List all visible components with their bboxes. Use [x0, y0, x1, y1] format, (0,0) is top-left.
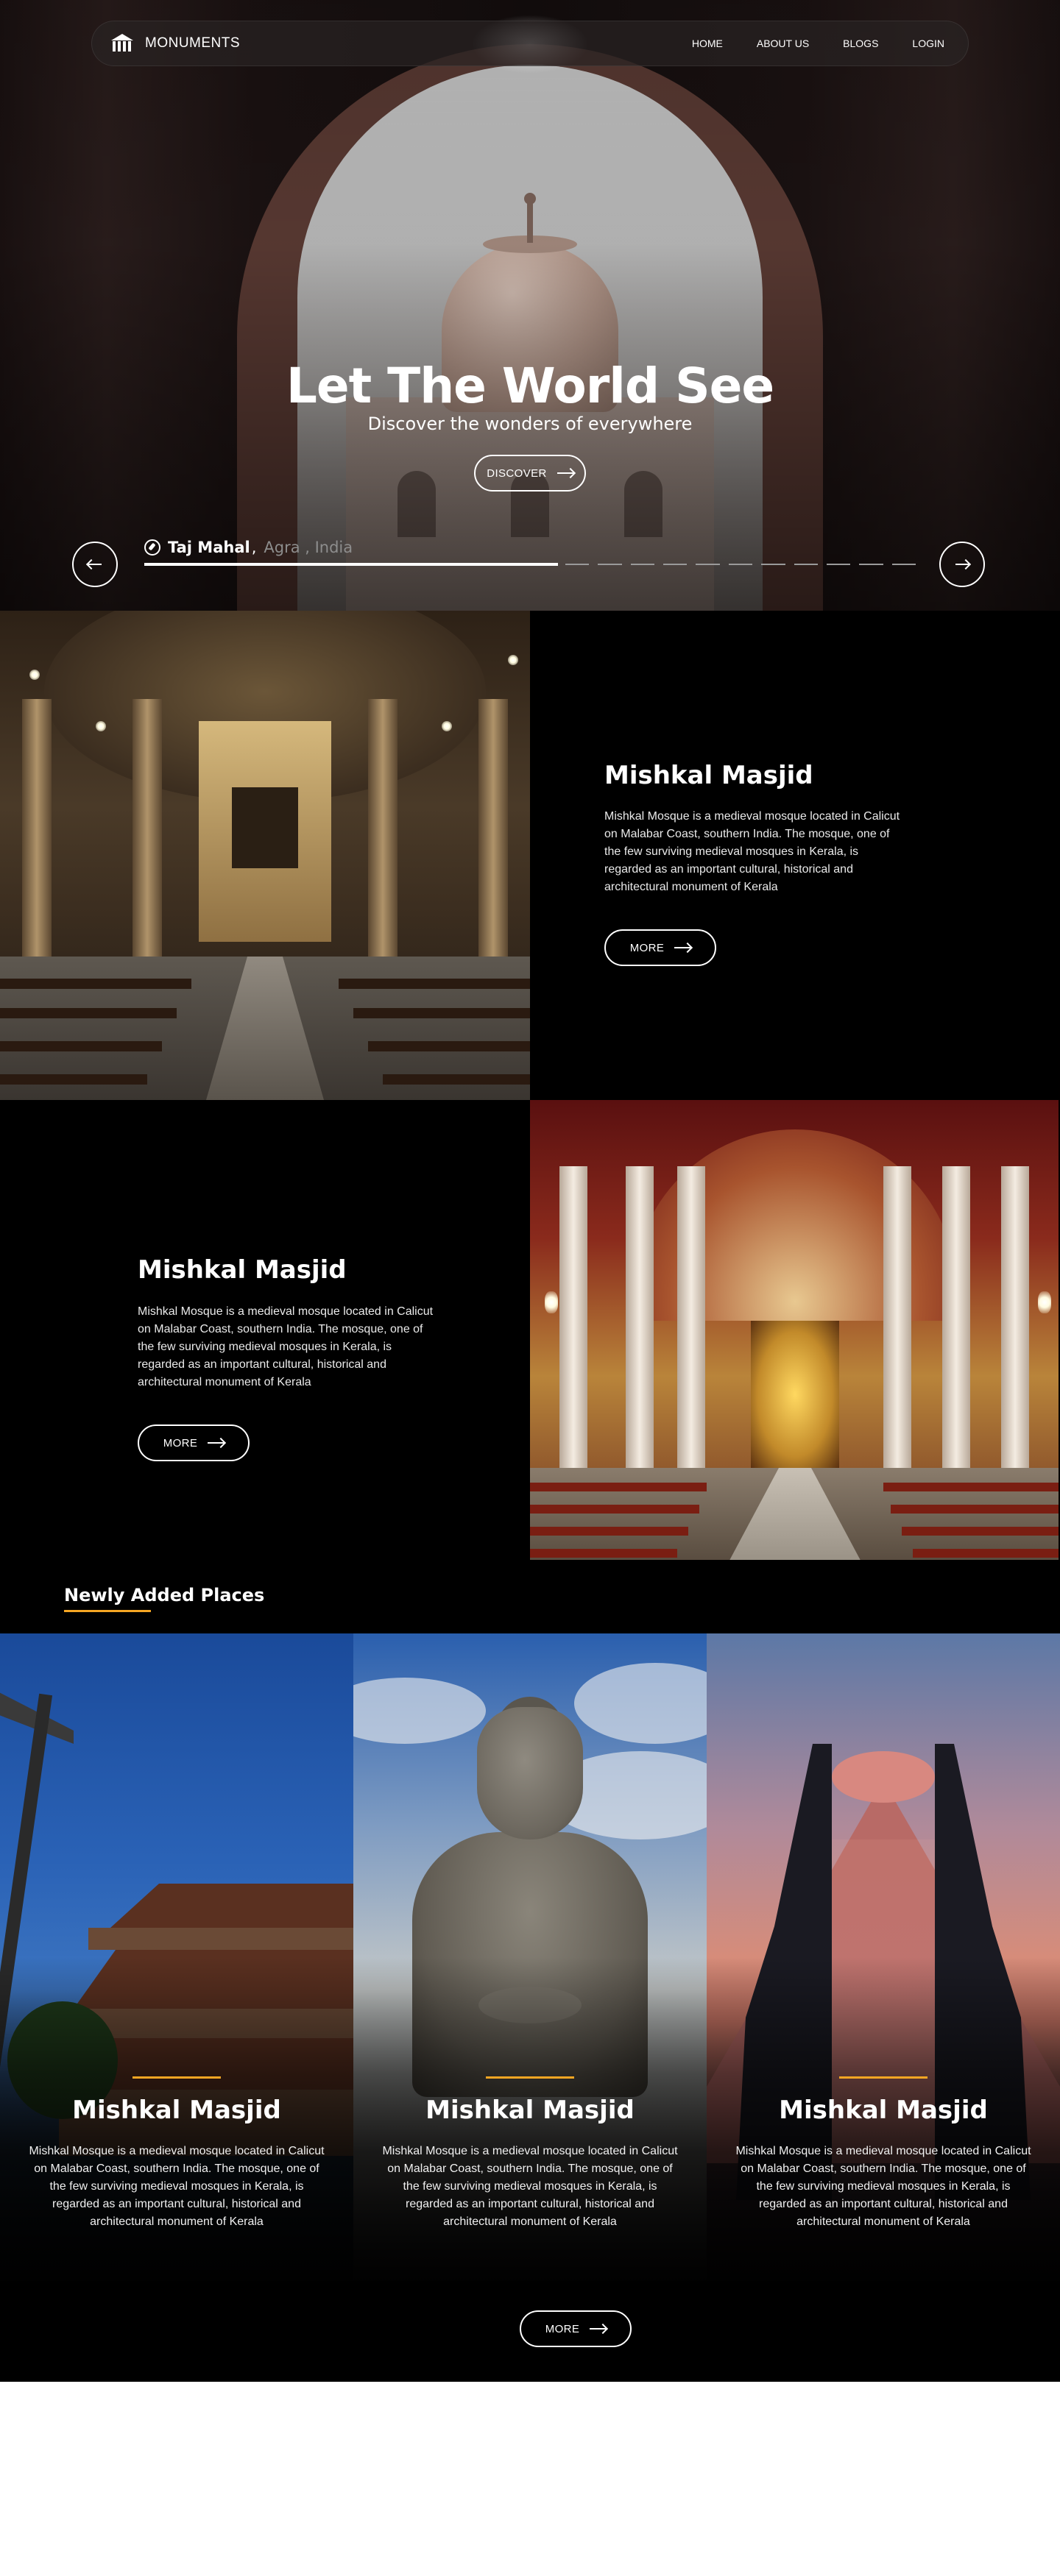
place-title: Mishkal Masjid: [425, 2096, 635, 2125]
place-accent-bar: [132, 2076, 221, 2079]
section-title-underline: [64, 1610, 151, 1612]
feature-title: Mishkal Masjid: [604, 761, 813, 790]
place-description: Mishkal Mosque is a medieval mosque loca…: [29, 2145, 325, 2228]
place-description: Mishkal Mosque is a medieval mosque loca…: [382, 2145, 678, 2228]
places-more-button[interactable]: MORE: [520, 2310, 632, 2347]
feature-row-2: Mishkal Masjid Mishkal Mosque is a medie…: [0, 1100, 1060, 1589]
nav-links: HOME ABOUT US BLOGS LOGIN: [692, 38, 950, 49]
location-name: Taj Mahal: [168, 539, 250, 556]
newly-added-places: Mishkal Masjid Mishkal Mosque is a medie…: [0, 1633, 1060, 2382]
slider-progress-segment[interactable]: [826, 564, 851, 565]
feature-row-1: Mishkal Masjid Mishkal Mosque is a medie…: [0, 611, 1060, 1100]
feature-image-church-interior: [0, 611, 530, 1100]
page-bottom-whitespace: [0, 2382, 1060, 2576]
arrow-right-icon: [674, 947, 691, 948]
slider-progress-segment[interactable]: [696, 564, 720, 565]
arrow-right-icon: [556, 472, 573, 474]
slider-progress-segment[interactable]: [598, 564, 622, 565]
place-description: Mishkal Mosque is a medieval mosque loca…: [735, 2145, 1031, 2228]
slider-progress-segment[interactable]: [630, 564, 655, 565]
monument-logo-icon: [110, 34, 135, 53]
feature-title: Mishkal Masjid: [138, 1255, 347, 1285]
arrow-right-icon: [590, 2328, 607, 2330]
slider-progress-fill: [144, 563, 558, 566]
slide-location: Taj Mahal , Agra , India: [144, 539, 353, 556]
discover-button[interactable]: DISCOVER: [474, 455, 586, 492]
place-accent-bar: [839, 2076, 928, 2079]
place-card[interactable]: Mishkal Masjid Mishkal Mosque is a medie…: [0, 1633, 353, 2281]
arrow-right-icon: [955, 564, 969, 565]
more-button-label: MORE: [629, 941, 665, 954]
slider-progress-segment[interactable]: [859, 564, 883, 565]
slider-prev-button[interactable]: [72, 542, 118, 587]
nav-link-login[interactable]: LOGIN: [912, 38, 944, 49]
discover-button-label: DISCOVER: [487, 466, 547, 480]
section-title: Newly Added Places: [64, 1585, 265, 1605]
top-navbar: MONUMENTS HOME ABOUT US BLOGS LOGIN: [91, 21, 969, 66]
location-city: Agra , India: [264, 539, 353, 556]
place-accent-bar: [486, 2076, 574, 2079]
more-button-label: MORE: [545, 2322, 580, 2335]
arrow-right-icon: [208, 1442, 225, 1444]
newly-added-header: Newly Added Places: [0, 1560, 1060, 1633]
slider-progress-segment[interactable]: [565, 564, 590, 565]
feature-image-cathedral-interior: [530, 1100, 1059, 1561]
slider-progress-segment[interactable]: [728, 564, 753, 565]
nav-link-about-us[interactable]: ABOUT US: [757, 38, 809, 49]
hero-subtitle: Discover the wonders of everywhere: [367, 414, 693, 434]
brand[interactable]: MONUMENTS: [110, 34, 240, 53]
place-title: Mishkal Masjid: [72, 2096, 281, 2125]
feature-more-button[interactable]: MORE: [604, 929, 716, 966]
feature-text-2: Mishkal Masjid Mishkal Mosque is a medie…: [0, 1100, 530, 1589]
feature-more-button[interactable]: MORE: [138, 1424, 250, 1461]
place-card[interactable]: Mishkal Masjid Mishkal Mosque is a medie…: [707, 1633, 1060, 2281]
feature-description: Mishkal Mosque is a medieval mosque loca…: [138, 1305, 434, 1388]
nav-link-blogs[interactable]: BLOGS: [843, 38, 878, 49]
slider-progress-segment[interactable]: [761, 564, 785, 565]
arrow-left-icon: [88, 564, 102, 565]
place-card[interactable]: Mishkal Masjid Mishkal Mosque is a medie…: [353, 1633, 707, 2281]
slider-progress-segment[interactable]: [891, 564, 916, 565]
slider-next-button[interactable]: [939, 542, 985, 587]
slider-progress[interactable]: [144, 563, 925, 567]
hero-overlay: [0, 0, 1060, 611]
slider-progress-segment[interactable]: [663, 564, 688, 565]
slider-progress-segment[interactable]: [794, 564, 818, 565]
brand-name: MONUMENTS: [145, 35, 241, 51]
feature-description: Mishkal Mosque is a medieval mosque loca…: [604, 810, 900, 893]
hero-section: MONUMENTS HOME ABOUT US BLOGS LOGIN Let …: [0, 0, 1060, 611]
nav-link-home[interactable]: HOME: [692, 38, 723, 49]
hero-title: Let The World See: [286, 358, 774, 414]
compass-icon: [144, 539, 160, 556]
location-separator: ,: [251, 539, 257, 556]
place-title: Mishkal Masjid: [779, 2096, 988, 2125]
feature-text-1: Mishkal Masjid Mishkal Mosque is a medie…: [530, 611, 1060, 1100]
more-button-label: MORE: [163, 1436, 198, 1450]
